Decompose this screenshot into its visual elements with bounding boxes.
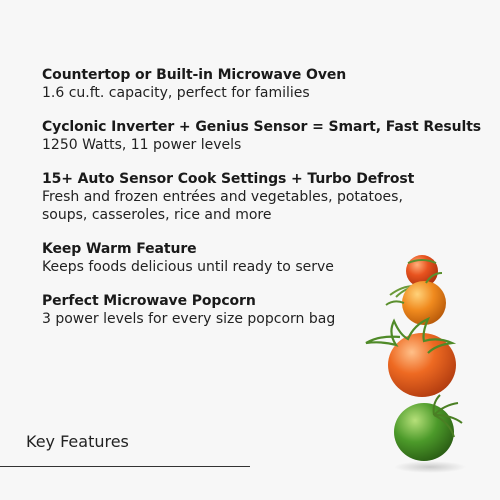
tomato-icon — [394, 394, 466, 473]
feature-description: Fresh and frozen entrées and vegetables,… — [42, 189, 403, 205]
feature-item: Countertop or Built-in Microwave Oven 1.… — [42, 66, 482, 102]
feature-item: 15+ Auto Sensor Cook Settings + Turbo De… — [42, 170, 482, 224]
divider — [0, 466, 250, 467]
feature-item: Cyclonic Inverter + Genius Sensor = Smar… — [42, 118, 482, 154]
feature-title: Cyclonic Inverter + Genius Sensor = Smar… — [42, 119, 482, 135]
tomato-icon — [365, 316, 457, 397]
cherry-tomatoes-icon — [360, 245, 500, 475]
feature-title: Countertop or Built-in Microwave Oven — [42, 67, 347, 83]
feature-title: 15+ Auto Sensor Cook Settings + Turbo De… — [42, 171, 415, 187]
feature-description: 1250 Watts, 11 power levels — [42, 137, 242, 153]
section-label: Key Features — [26, 432, 129, 451]
feature-description: 1.6 cu.ft. capacity, perfect for familie… — [42, 85, 310, 101]
feature-description: soups, casseroles, rice and more — [42, 207, 272, 223]
